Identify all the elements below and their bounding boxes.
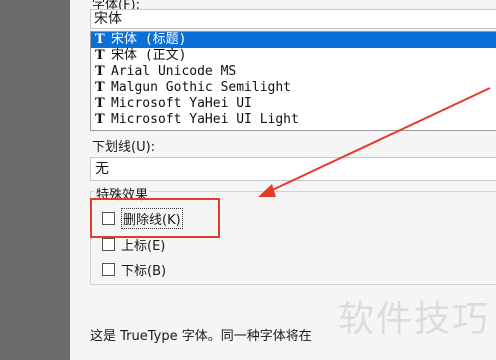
annotation-highlight-box [90, 198, 220, 238]
font-list-item[interactable]: T 宋体 (标题) [91, 32, 496, 48]
truetype-icon: T [95, 112, 105, 127]
truetype-icon: T [95, 96, 105, 111]
font-list-item[interactable]: T 宋体 (正文) [91, 48, 496, 64]
font-item-label: 宋体 (正文) [111, 48, 187, 63]
font-item-label: Microsoft YaHei UI Light [111, 112, 299, 127]
font-list-item[interactable]: T Arial Unicode MS [91, 64, 496, 80]
font-name-input[interactable]: 宋体 [90, 9, 496, 29]
subscript-checkbox[interactable] [102, 262, 115, 276]
truetype-icon: T [95, 48, 105, 63]
font-list-item[interactable]: T Microsoft YaHei UI [91, 96, 496, 112]
underline-label: 下划线(U): [92, 140, 156, 155]
truetype-icon: T [95, 64, 105, 79]
font-list[interactable]: T 宋体 (标题) T 宋体 (正文) T Arial Unicode MS T Mal… [90, 31, 496, 131]
underline-select[interactable]: 无 [90, 157, 496, 181]
font-item-label: Microsoft YaHei UI [111, 96, 252, 111]
superscript-checkbox[interactable] [102, 237, 115, 251]
font-list-item[interactable]: T Malgun Gothic Semilight [91, 80, 496, 96]
font-description: 这是 TrueType 字体。同一种字体将在 [90, 329, 312, 344]
background-panel [0, 0, 70, 360]
font-list-item[interactable]: T Microsoft YaHei UI Light [91, 112, 496, 128]
truetype-icon: T [95, 32, 105, 47]
truetype-icon: T [95, 80, 105, 95]
subscript-option[interactable]: 下标(B) [102, 260, 167, 279]
subscript-label: 下标(B) [121, 263, 167, 279]
font-item-label: 宋体 (标题) [111, 32, 187, 47]
watermark-text: 软件技巧 [337, 299, 490, 340]
font-item-label: Arial Unicode MS [111, 64, 237, 79]
font-item-label: Malgun Gothic Semilight [111, 80, 292, 95]
